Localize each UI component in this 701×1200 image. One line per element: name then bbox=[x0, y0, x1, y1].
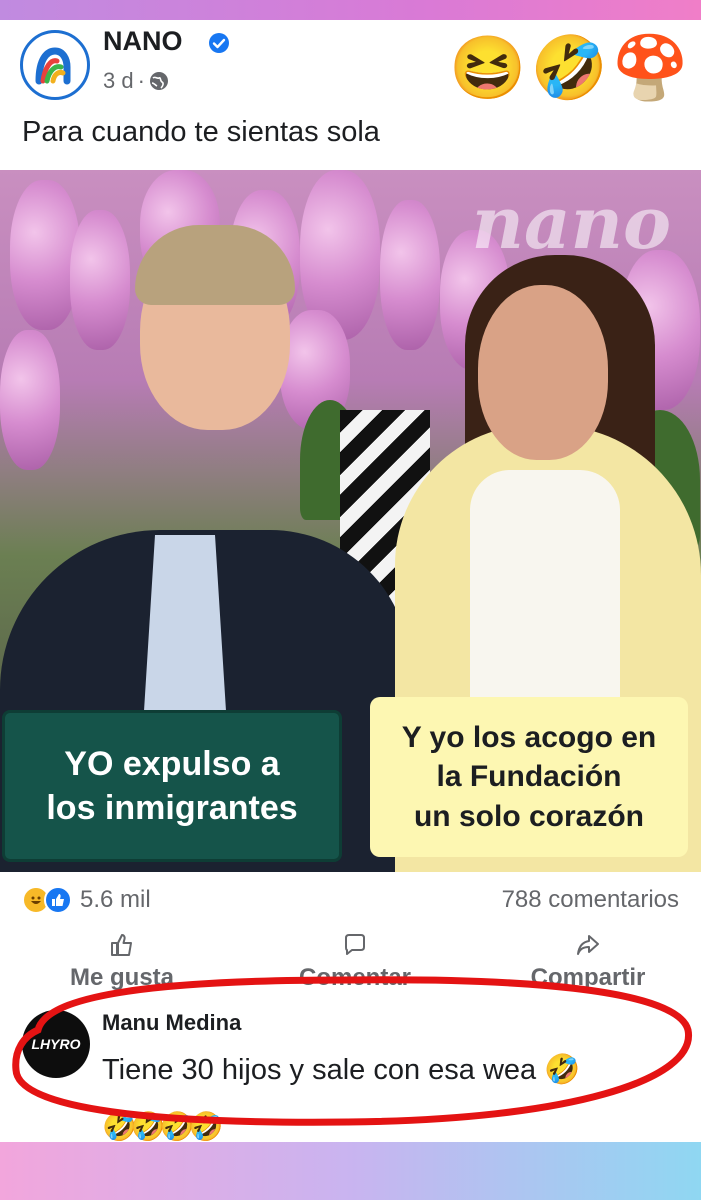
nano-watermark: nano bbox=[471, 180, 671, 265]
like-label: Me gusta bbox=[69, 964, 174, 991]
share-button[interactable]: Compartir bbox=[478, 932, 698, 1002]
overlay-left-line1: YO expulso a bbox=[64, 744, 280, 783]
comments-count[interactable]: 788 comentarios bbox=[502, 886, 679, 914]
rofl-emoji-icon: 🤣 bbox=[530, 34, 608, 103]
overlay-right-line2: la Fundación bbox=[436, 760, 622, 794]
overlay-caption-right: Y yo los acogo en la Fundación un solo c… bbox=[370, 697, 688, 857]
overlay-left-line2: los inmigrantes bbox=[46, 789, 298, 827]
mushroom-emoji-icon: 🍄 bbox=[611, 34, 689, 103]
comment-label: Comentar bbox=[298, 964, 412, 991]
reactions-summary[interactable]: 5.6 mil bbox=[22, 886, 151, 914]
comment-button[interactable]: Comentar bbox=[245, 932, 465, 1002]
thumbs-up-icon bbox=[111, 934, 132, 956]
meta-separator: · bbox=[137, 68, 145, 93]
verified-badge-icon bbox=[209, 33, 229, 53]
comment-text: Tiene 30 hijos y sale con esa wea 🤣 bbox=[102, 1054, 581, 1086]
post-image[interactable]: nano YO expulso a los inmigrantes Y yo l… bbox=[0, 170, 701, 872]
page-avatar[interactable] bbox=[20, 30, 90, 100]
like-reaction-icon bbox=[44, 886, 72, 914]
laughing-emoji-icon: 😆 bbox=[449, 34, 527, 103]
share-label: Compartir bbox=[530, 964, 646, 991]
comment-reaction-emojis: 🤣🤣🤣🤣 bbox=[102, 1111, 223, 1142]
reactions-count: 5.6 mil bbox=[80, 886, 151, 913]
top-gradient-band bbox=[0, 0, 701, 20]
post-caption: Para cuando te sientas sola bbox=[22, 116, 380, 148]
post-time[interactable]: 3 d bbox=[103, 68, 134, 94]
flower-shape bbox=[0, 330, 60, 470]
post-meta: 3 d · bbox=[103, 68, 169, 94]
globe-icon bbox=[149, 72, 168, 90]
flower-shape bbox=[380, 200, 440, 350]
bottom-gradient-band bbox=[0, 1142, 701, 1200]
commenter-avatar[interactable]: LHYRO bbox=[22, 1010, 90, 1078]
woman-face bbox=[478, 285, 608, 460]
like-button[interactable]: Me gusta bbox=[12, 932, 232, 1002]
flower-shape bbox=[10, 180, 80, 330]
share-arrow-icon bbox=[577, 935, 599, 955]
flower-shape bbox=[70, 210, 130, 350]
page-name[interactable]: NANO bbox=[103, 26, 183, 57]
nano-logo-icon bbox=[35, 47, 71, 85]
comment-bubble-icon bbox=[345, 934, 365, 955]
overlay-caption-left: YO expulso a los inmigrantes bbox=[2, 710, 342, 862]
commenter-name[interactable]: Manu Medina bbox=[102, 1010, 241, 1036]
post-card: NANO 3 d · 😆 🤣 🍄 Para cuando te sientas … bbox=[0, 20, 701, 1142]
overlay-right-line3: un solo corazón bbox=[413, 799, 644, 833]
header-emojis: 😆 🤣 🍄 bbox=[449, 38, 689, 100]
overlay-right-line1: Y yo los acogo en bbox=[401, 720, 657, 754]
